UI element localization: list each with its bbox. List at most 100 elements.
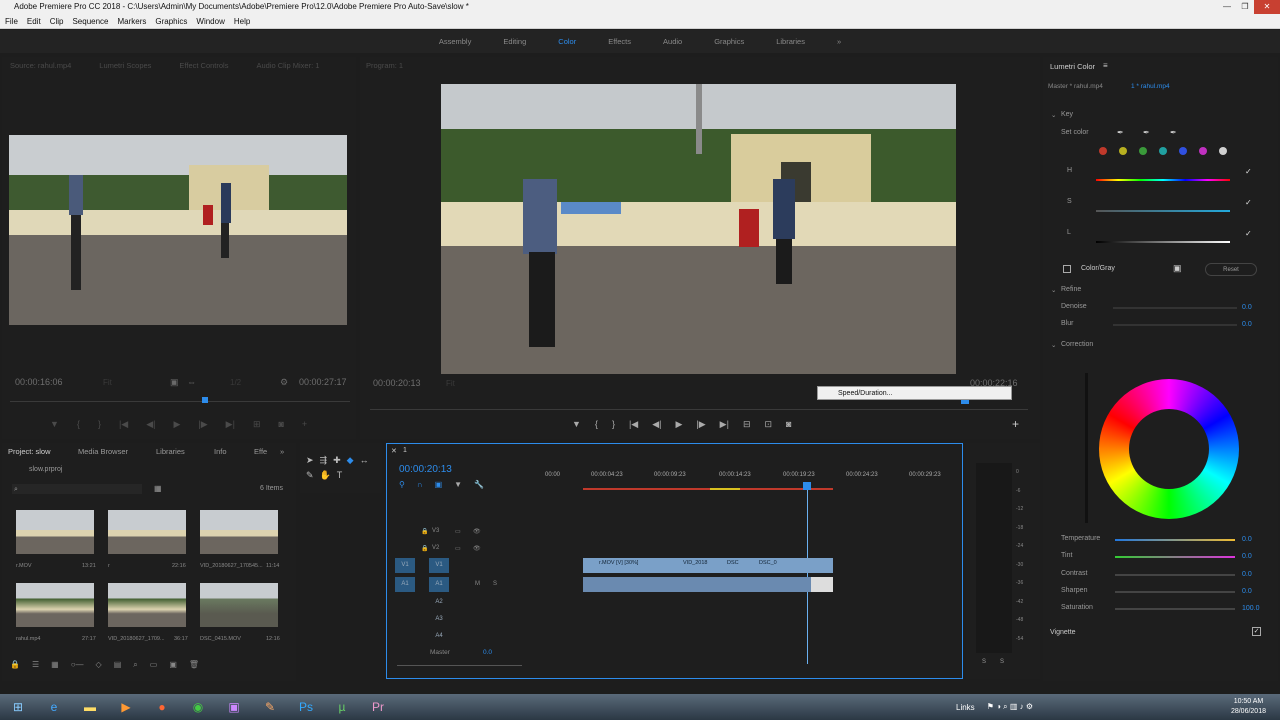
thumbnail-vid-1[interactable] (200, 510, 278, 554)
lift-icon[interactable]: ⊟ (743, 419, 751, 430)
source-scrubber[interactable] (10, 401, 350, 402)
solo-button[interactable]: S (493, 581, 497, 587)
snap-icon[interactable]: ∩ (417, 480, 423, 489)
timeline-timecode[interactable]: 00:00:20:13 (399, 464, 452, 475)
track-a4[interactable]: A4 (429, 629, 449, 644)
saturation-value[interactable]: 100.0 (1242, 605, 1260, 612)
add-marker-icon[interactable]: ▼ (454, 480, 462, 489)
master-value[interactable]: 0.0 (483, 649, 492, 656)
eyedropper-add-icon[interactable]: ✒ (1143, 128, 1150, 137)
writer-icon[interactable]: ✎ (252, 695, 288, 719)
denoise-value[interactable]: 0.0 (1242, 304, 1252, 311)
media-player-icon[interactable]: ▶ (108, 695, 144, 719)
speed-duration-menu-item[interactable]: Speed/Duration... (838, 390, 892, 397)
wrench-icon[interactable]: ⚙ (280, 377, 288, 388)
correction-section-label[interactable]: Correction (1061, 341, 1093, 348)
swatch-red[interactable] (1099, 147, 1107, 155)
export-frame-icon[interactable]: ◙ (278, 419, 283, 430)
blur-value[interactable]: 0.0 (1242, 321, 1252, 328)
insert-icon[interactable]: ▣ (170, 377, 179, 388)
go-to-out-icon[interactable]: ▶| (226, 419, 235, 430)
lumetri-master-clip[interactable]: Master * rahul.mp4 (1048, 83, 1103, 90)
selection-tool-icon[interactable]: ➤ (306, 455, 314, 466)
tab-media-browser[interactable]: Media Browser (78, 447, 156, 456)
chevron-down-icon[interactable]: ⌄ (1051, 111, 1056, 119)
lock-icon[interactable]: 🔒 (10, 660, 20, 672)
menu-edit[interactable]: Edit (22, 14, 45, 28)
step-forward-icon[interactable]: |▶ (198, 419, 207, 430)
tray-icons[interactable]: ⚑ ◑ ⌕ ▥ ♪ ⚙ (987, 702, 1033, 712)
list-view-icon[interactable]: ☰ (32, 660, 39, 672)
mute-button[interactable]: M (475, 581, 480, 587)
utorrent-icon[interactable]: µ (324, 695, 360, 719)
workspace-graphics[interactable]: Graphics (698, 37, 760, 46)
new-bin-icon[interactable]: ▦ (154, 484, 162, 493)
swatch-yellow[interactable] (1119, 147, 1127, 155)
project-search-input[interactable]: ⌕ (12, 484, 142, 494)
add-button-icon[interactable]: + (302, 419, 307, 430)
tab-effect-controls[interactable]: Effect Controls (179, 61, 228, 70)
firefox-icon[interactable]: ● (144, 695, 180, 719)
audio-clip-group[interactable] (583, 577, 833, 592)
tab-audio-clip-mixer[interactable]: Audio Clip Mixer: 1 (256, 61, 319, 70)
workspace-editing[interactable]: Editing (487, 37, 542, 46)
timeline-ruler[interactable]: 00:00 00:00:04:23 00:00:09:23 00:00:14:2… (545, 472, 955, 482)
tab-project[interactable]: Project: slow (8, 447, 78, 456)
contrast-value[interactable]: 0.0 (1242, 571, 1252, 578)
track-v1[interactable]: V1 (429, 558, 449, 573)
menu-file[interactable]: File (0, 14, 22, 28)
playhead-handle[interactable] (803, 482, 811, 490)
timeline-settings-icon[interactable]: 🔧 (474, 480, 484, 489)
eye-icon[interactable]: 👁 (473, 545, 481, 552)
track-a2[interactable]: A2 (429, 595, 449, 610)
photo-icon[interactable]: ▣ (216, 695, 252, 719)
chevron-down-icon[interactable]: ⌄ (1051, 286, 1056, 294)
checkmark-icon[interactable]: ✓ (1245, 167, 1252, 176)
timeline-playhead[interactable] (807, 484, 808, 664)
luma-range-slider[interactable] (1096, 241, 1230, 243)
eyedropper-icon[interactable]: ✒ (1117, 128, 1124, 137)
hsl-color-wheel[interactable] (1099, 379, 1239, 519)
temperature-slider[interactable] (1115, 539, 1235, 541)
program-step-forward-icon[interactable]: |▶ (696, 419, 705, 430)
reset-button[interactable]: Reset (1205, 263, 1257, 276)
lock-icon[interactable]: 🔒 (421, 545, 428, 552)
program-fit-select[interactable]: Fit (446, 379, 455, 388)
source-patch-v1[interactable]: V1 (395, 558, 415, 573)
program-go-to-out-icon[interactable]: ▶| (720, 419, 729, 430)
new-item-icon[interactable]: ▣ (169, 660, 177, 672)
type-tool-icon[interactable]: T (337, 470, 343, 481)
chrome-icon[interactable]: ◉ (180, 695, 216, 719)
links-toolbar[interactable]: Links (956, 703, 975, 712)
saturation-slider[interactable] (1115, 608, 1235, 610)
lumetri-active-clip[interactable]: 1 * rahul.mp4 (1131, 83, 1170, 90)
more-tabs-icon[interactable]: » (280, 447, 284, 456)
menu-clip[interactable]: Clip (45, 14, 68, 28)
colorgray-select[interactable]: Color/Gray (1081, 265, 1115, 272)
razor-tool-icon[interactable]: ◆ (347, 455, 354, 466)
overwrite-icon[interactable]: ⇔ (187, 377, 196, 387)
workspace-more-button[interactable]: » (821, 37, 857, 46)
start-button-icon[interactable]: ⊞ (0, 695, 36, 719)
slip-tool-icon[interactable]: ↔ (360, 455, 369, 466)
nest-icon[interactable]: ⚲ (399, 480, 405, 489)
program-play-icon[interactable]: ▶ (675, 419, 682, 430)
photoshop-icon[interactable]: Ps (288, 695, 324, 719)
program-step-back-icon[interactable]: ◀| (652, 419, 661, 430)
checkmark-icon[interactable]: ✓ (1245, 229, 1252, 238)
tab-lumetri-scopes[interactable]: Lumetri Scopes (99, 61, 151, 70)
maximize-button[interactable]: ❐ (1236, 0, 1254, 14)
saturation-range-slider[interactable] (1096, 210, 1230, 212)
tint-slider[interactable] (1115, 556, 1235, 558)
track-a3[interactable]: A3 (429, 612, 449, 627)
vignette-checkbox[interactable]: ✓ (1252, 627, 1261, 636)
swatch-magenta[interactable] (1199, 147, 1207, 155)
thumbnail-dsc[interactable] (200, 583, 278, 627)
zoom-slider-icon[interactable]: ○— (71, 660, 84, 672)
timeline-close-icon[interactable]: ✕ (391, 447, 397, 455)
workspace-effects[interactable]: Effects (592, 37, 647, 46)
linked-selection-icon[interactable]: ▣ (435, 480, 443, 489)
automate-icon[interactable]: ▤ (114, 660, 122, 672)
refine-section-label[interactable]: Refine (1061, 286, 1081, 293)
vignette-section-label[interactable]: Vignette (1050, 629, 1076, 636)
